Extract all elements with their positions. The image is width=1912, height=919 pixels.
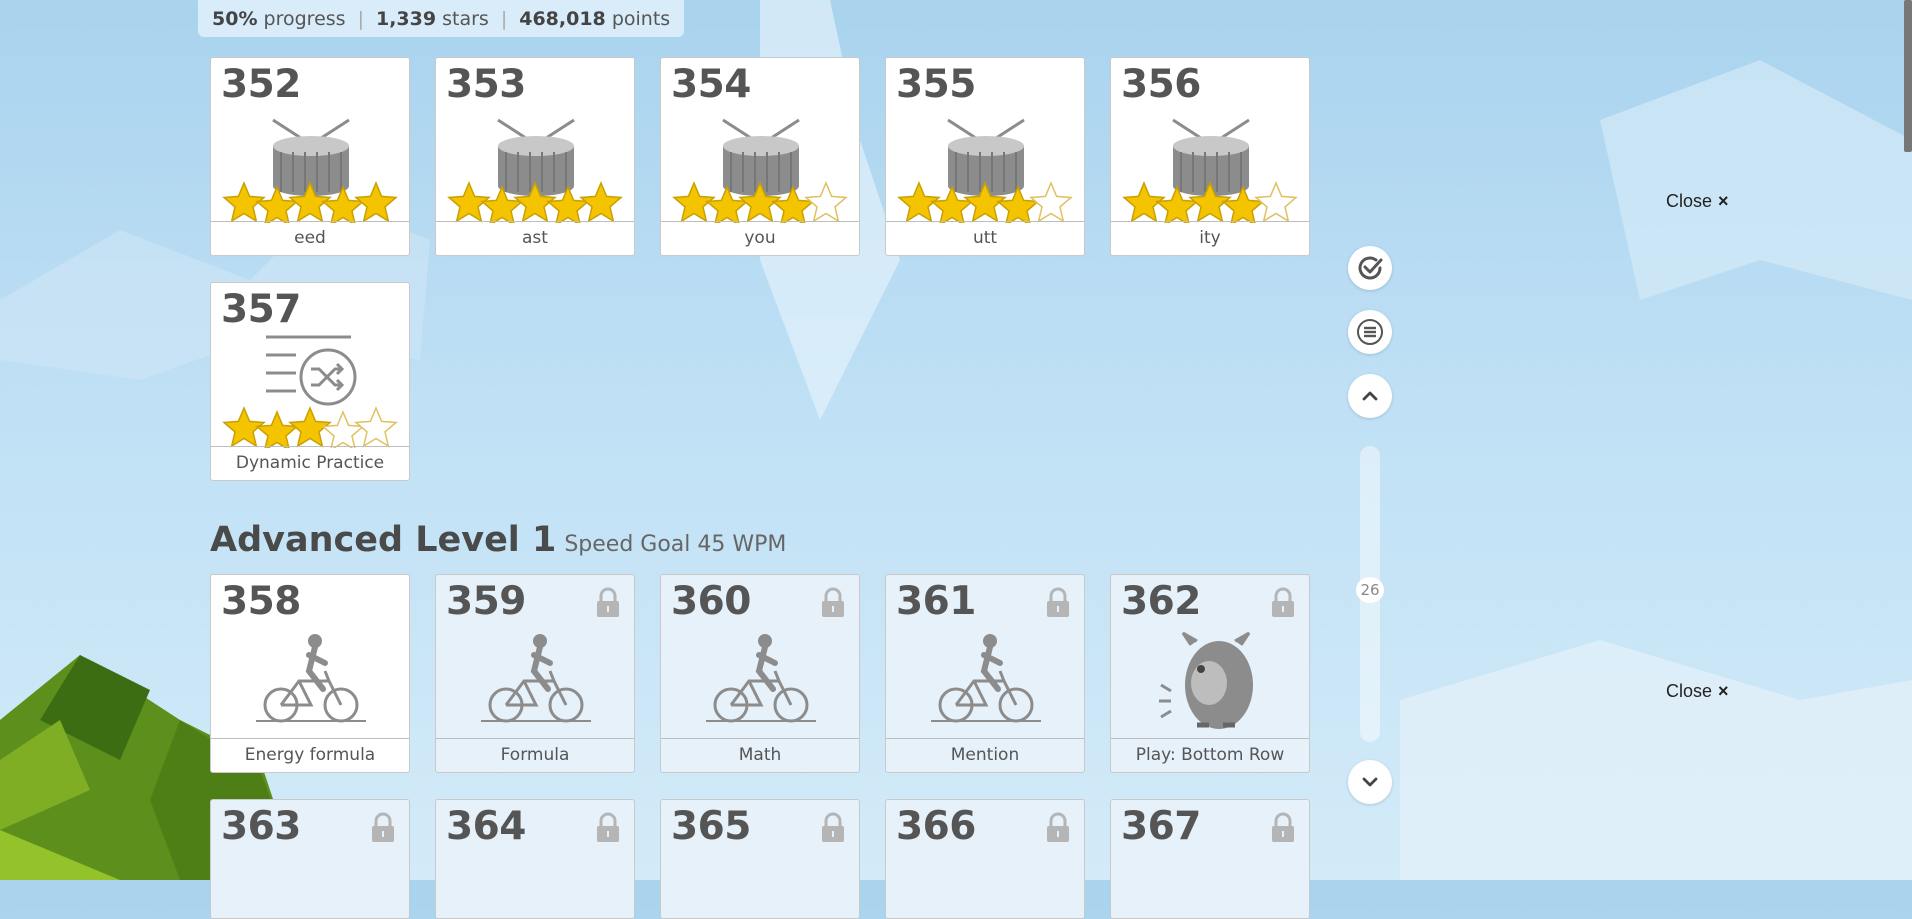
section-title: Advanced Level 1: [210, 520, 557, 560]
lesson-card-362[interactable]: 362 Play: Bottom Row: [1110, 574, 1310, 773]
chevron-down-icon: [1362, 777, 1378, 787]
section-subtitle: Speed Goal 45 WPM: [564, 532, 787, 557]
lesson-number: 362: [1121, 579, 1201, 624]
lesson-number: 361: [896, 579, 976, 624]
lesson-card-360[interactable]: 360 Math: [660, 574, 860, 773]
lesson-number: 355: [896, 62, 976, 107]
cyclist-icon: [481, 634, 591, 723]
lesson-card-356[interactable]: 356 ity: [1110, 57, 1310, 256]
lesson-card-365[interactable]: 365: [660, 799, 860, 919]
lesson-number: 360: [671, 579, 751, 624]
lesson-label: eed: [211, 221, 409, 255]
close-icon: ×: [1718, 681, 1729, 701]
page-scrollbar[interactable]: [1904, 0, 1912, 152]
drum-icon: [897, 118, 1073, 223]
shuffle-practice-icon: [222, 335, 398, 448]
lesson-card-361[interactable]: 361 Mention: [885, 574, 1085, 773]
lesson-label: Energy formula: [211, 738, 409, 772]
cyclist-icon: [706, 634, 816, 723]
lesson-label: you: [661, 221, 859, 255]
check-circle-icon: [1358, 256, 1383, 280]
progress-stats-bar: 50% progress | 1,339 stars | 468,018 poi…: [198, 0, 685, 37]
close-button[interactable]: Close ×: [1666, 681, 1729, 702]
section-heading: Advanced Level 1 Speed Goal 45 WPM: [210, 520, 786, 560]
empty-star-icon: [804, 181, 848, 223]
drum-icon: [222, 118, 398, 223]
empty-star-icon: [321, 410, 365, 448]
lesson-number: 357: [221, 287, 301, 332]
lesson-label: utt: [886, 221, 1084, 255]
cyclist-icon: [931, 634, 1041, 723]
empty-star-icon: [354, 406, 398, 448]
lesson-card-353[interactable]: 353 ast: [435, 57, 635, 256]
lesson-label: Play: Bottom Row: [1111, 738, 1309, 772]
lesson-card-357[interactable]: 357 Dynamic Practice: [210, 282, 410, 481]
monster-icon: [1159, 631, 1253, 729]
stars-stat: 1,339 stars: [375, 7, 489, 30]
lock-icon: [372, 812, 394, 842]
menu-button[interactable]: [1348, 310, 1392, 354]
lock-icon: [1047, 587, 1069, 617]
lock-icon: [597, 587, 619, 617]
empty-star-icon: [1254, 181, 1298, 223]
drum-icon: [1122, 118, 1298, 223]
filled-star-icon: [579, 181, 623, 223]
lesson-card-363[interactable]: 363: [210, 799, 410, 919]
lesson-card-366[interactable]: 366: [885, 799, 1085, 919]
chevron-up-icon: [1362, 391, 1378, 401]
lesson-card-355[interactable]: 355 utt: [885, 57, 1085, 256]
hamburger-menu-icon: [1357, 319, 1383, 345]
filled-star-icon: [255, 410, 299, 448]
close-button[interactable]: Close ×: [1666, 191, 1729, 212]
close-label: Close: [1666, 191, 1713, 211]
points-stat: 468,018 points: [519, 7, 671, 30]
lock-icon: [1272, 812, 1294, 842]
empty-star-icon: [1029, 181, 1073, 223]
lesson-label: Mention: [886, 738, 1084, 772]
lesson-label: Math: [661, 738, 859, 772]
lock-icon: [597, 812, 619, 842]
lesson-label: Dynamic Practice: [211, 446, 409, 480]
drum-icon: [447, 118, 623, 223]
lesson-number: 358: [221, 579, 301, 624]
scroll-up-button[interactable]: [1348, 374, 1392, 418]
lesson-label: ity: [1111, 221, 1309, 255]
lesson-card-359[interactable]: 359 Formula: [435, 574, 635, 773]
lesson-card-358[interactable]: 358 Energy formula: [210, 574, 410, 773]
lesson-number: 356: [1121, 62, 1201, 107]
scroll-down-button[interactable]: [1348, 760, 1392, 804]
lesson-number: 363: [221, 804, 301, 849]
lesson-number: 364: [446, 804, 526, 849]
scroll-position-indicator[interactable]: 26: [1356, 577, 1384, 603]
lesson-number: 359: [446, 579, 526, 624]
lock-icon: [1272, 587, 1294, 617]
lesson-number: 365: [671, 804, 751, 849]
lesson-card-352[interactable]: 352 eed: [210, 57, 410, 256]
lesson-number: 352: [221, 62, 301, 107]
lock-icon: [822, 587, 844, 617]
lesson-number: 366: [896, 804, 976, 849]
lesson-number: 354: [671, 62, 751, 107]
lesson-label: Formula: [436, 738, 634, 772]
filled-star-icon: [354, 181, 398, 223]
cyclist-icon: [256, 634, 366, 723]
progress-stat: 50% progress: [212, 7, 346, 30]
close-icon: ×: [1718, 191, 1729, 211]
checklist-button[interactable]: [1348, 246, 1392, 290]
lesson-card-364[interactable]: 364: [435, 799, 635, 919]
lesson-card-367[interactable]: 367: [1110, 799, 1310, 919]
lesson-card-354[interactable]: 354 you: [660, 57, 860, 256]
lock-icon: [822, 812, 844, 842]
lock-icon: [1047, 812, 1069, 842]
lesson-number: 353: [446, 62, 526, 107]
drum-icon: [672, 118, 848, 223]
close-label: Close: [1666, 681, 1713, 701]
lesson-number: 367: [1121, 804, 1201, 849]
lesson-label: ast: [436, 221, 634, 255]
